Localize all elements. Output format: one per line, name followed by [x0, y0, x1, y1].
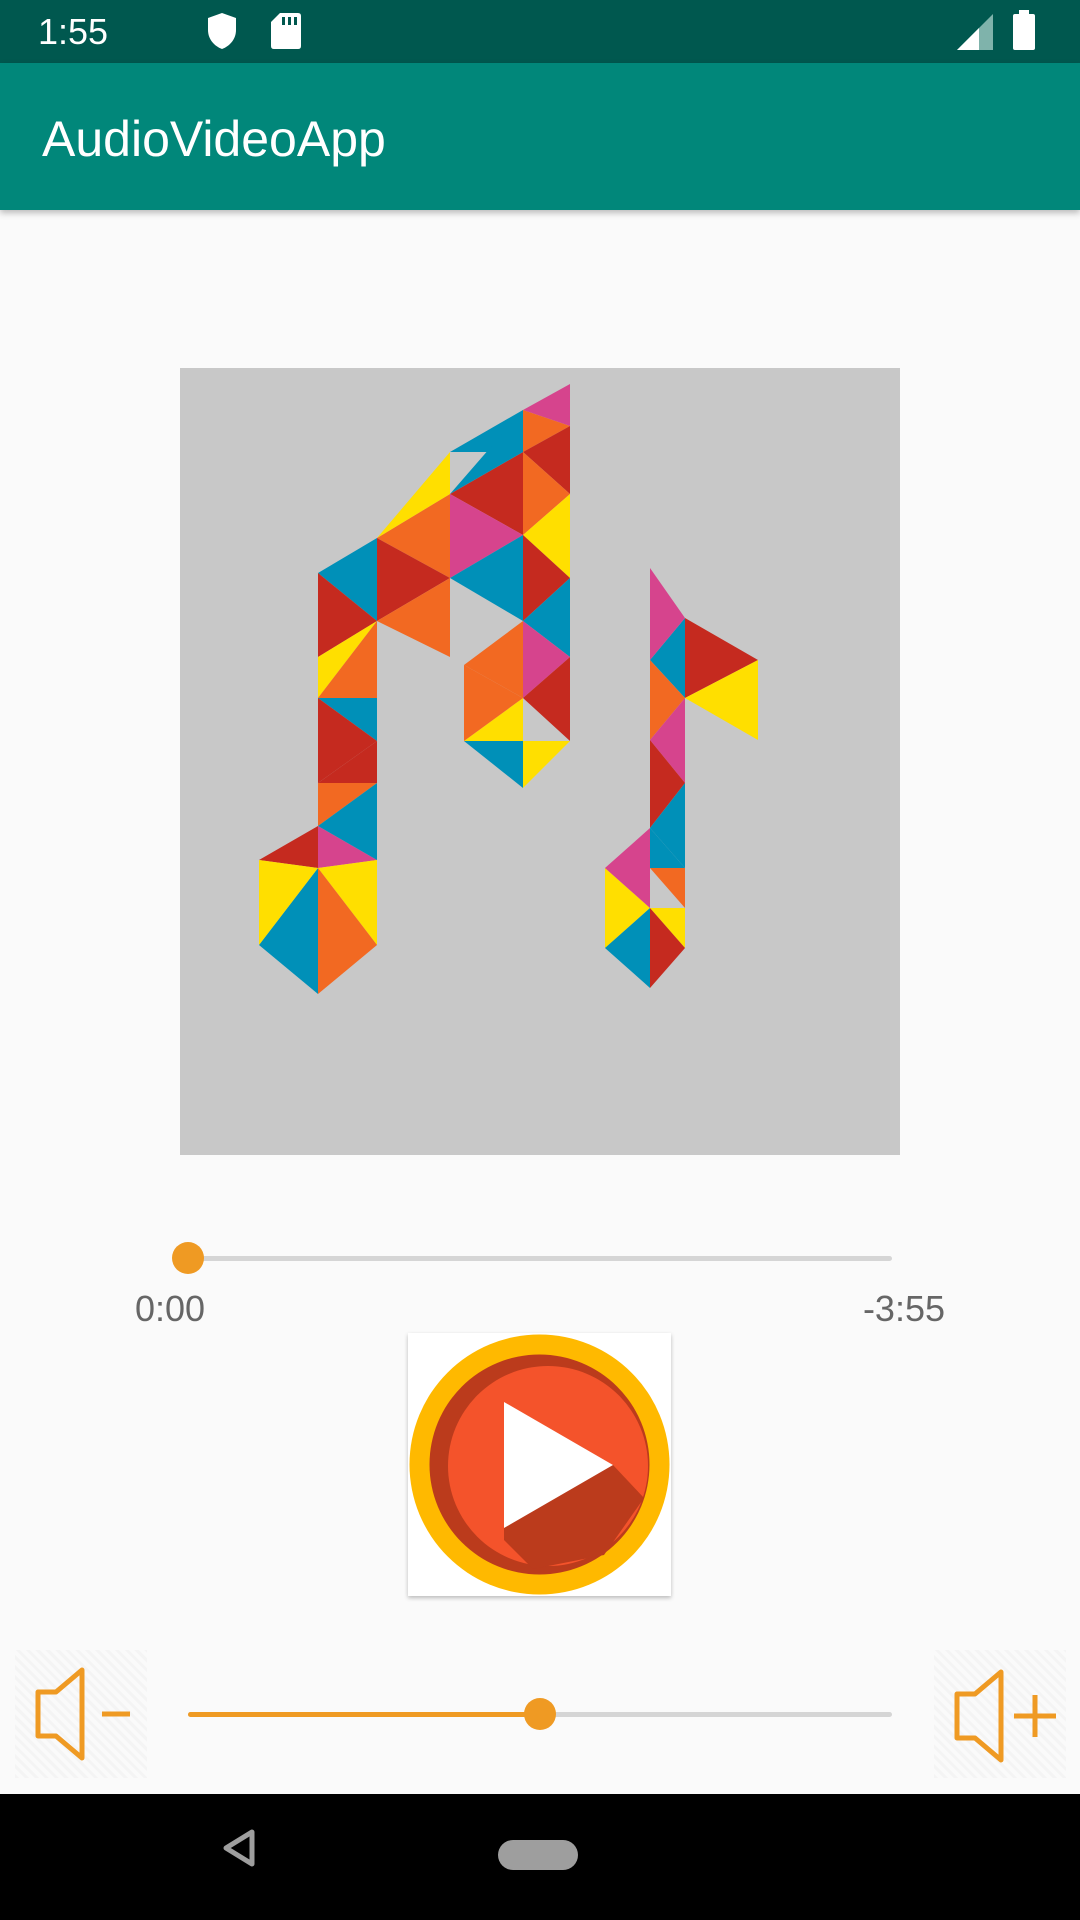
volume-down-icon: [35, 1667, 130, 1761]
album-art: [180, 368, 900, 1155]
volume-up-button[interactable]: [934, 1650, 1066, 1778]
play-icon: [409, 1334, 670, 1595]
elapsed-time: 0:00: [135, 1288, 206, 1329]
play-button[interactable]: [408, 1333, 671, 1596]
signal-icon: [957, 14, 993, 55]
volume-down-button[interactable]: [15, 1650, 147, 1778]
home-icon[interactable]: [498, 1840, 578, 1870]
seek-thumb[interactable]: [172, 1242, 204, 1274]
navigation-bar: [0, 1794, 1080, 1920]
remaining-time: -3:55: [862, 1288, 945, 1329]
battery-icon: [1012, 10, 1036, 55]
volume-up-icon: [954, 1669, 1056, 1763]
volume-thumb[interactable]: [524, 1698, 556, 1730]
volume-fill: [188, 1712, 540, 1717]
app-bar: AudioVideoApp: [0, 63, 1080, 210]
shield-icon: [206, 12, 238, 55]
status-time: 1:55: [38, 11, 109, 52]
seek-bar[interactable]: [188, 1256, 892, 1261]
back-icon[interactable]: [222, 1828, 256, 1873]
music-notes-icon: [259, 384, 758, 994]
status-bar: 1:55: [0, 0, 1080, 63]
app-title: AudioVideoApp: [42, 111, 386, 167]
sd-card-icon: [270, 12, 302, 55]
